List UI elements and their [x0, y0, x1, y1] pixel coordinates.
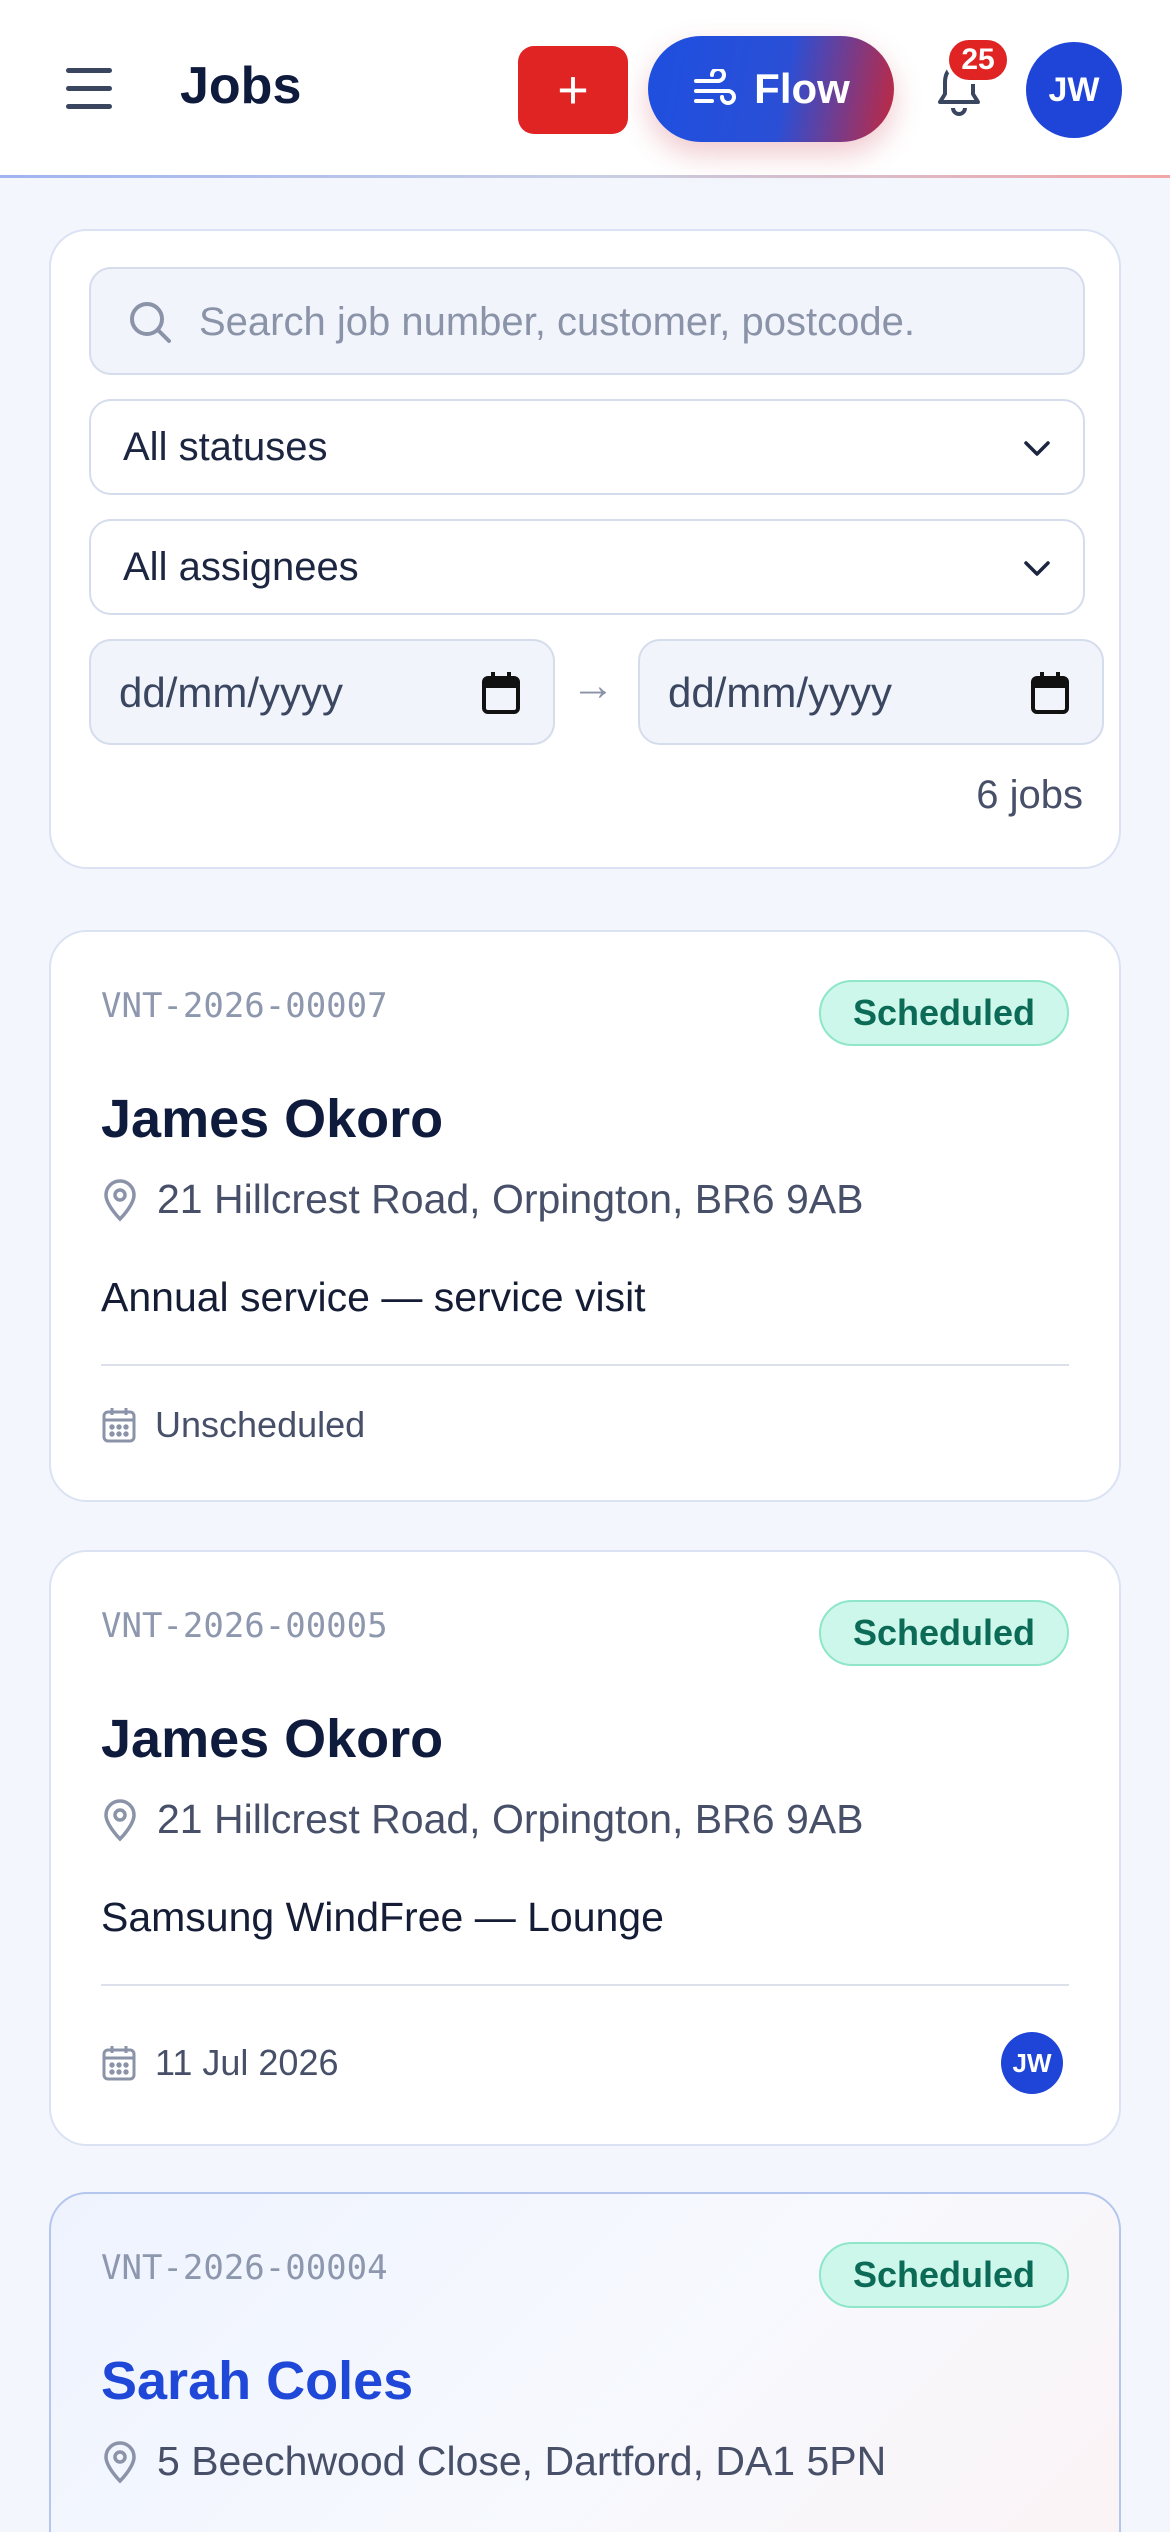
job-address: 21 Hillcrest Road, Orpington, BR6 9AB [101, 1796, 863, 1843]
result-count: 6 jobs [976, 773, 1083, 817]
job-number: VNT-2026-00004 [101, 2248, 388, 2288]
flow-button-label: Flow [754, 65, 850, 112]
status-badge: Scheduled [818, 1600, 1069, 1666]
filter-panel: All statuses All assignees dd/mm/yyyy → … [49, 229, 1121, 869]
address-text: 5 Beechwood Close, Dartford, DA1 5PN [157, 2438, 887, 2484]
search-input[interactable] [199, 289, 1069, 355]
job-card[interactable]: VNT-2026-00004 Scheduled Sarah Coles 5 B… [49, 2192, 1121, 2532]
flow-button[interactable]: Flow [648, 36, 894, 142]
assignee-select-value: All assignees [123, 545, 359, 589]
calendar-icon [102, 1408, 136, 1443]
address-text: 21 Hillcrest Road, Orpington, BR6 9AB [157, 1176, 864, 1222]
job-number: VNT-2026-00007 [101, 986, 388, 1026]
menu-icon[interactable] [66, 68, 112, 110]
divider [101, 1364, 1069, 1366]
job-card[interactable]: VNT-2026-00005 Scheduled James Okoro 21 … [49, 1550, 1121, 2146]
job-number: VNT-2026-00005 [101, 1606, 388, 1646]
add-job-button[interactable]: + [518, 46, 628, 134]
user-avatar[interactable]: JW [1026, 42, 1122, 138]
schedule-text: 11 Jul 2026 [155, 2042, 339, 2083]
status-badge: Scheduled [818, 2242, 1069, 2308]
calendar-icon[interactable] [1030, 671, 1070, 715]
job-card[interactable]: VNT-2026-00007 Scheduled James Okoro 21 … [49, 930, 1121, 1502]
job-address: 5 Beechwood Close, Dartford, DA1 5PN [101, 2438, 886, 2485]
location-pin-icon [104, 1798, 136, 1841]
page-title: Jobs [180, 57, 302, 115]
date-to-placeholder: dd/mm/yyyy [668, 669, 893, 716]
date-from-field[interactable]: dd/mm/yyyy [89, 639, 555, 745]
date-range-arrow: → [571, 661, 615, 710]
customer-name: Sarah Coles [101, 2351, 414, 2411]
calendar-icon[interactable] [481, 671, 521, 715]
status-select[interactable]: All statuses [89, 399, 1085, 495]
customer-name: James Okoro [101, 1709, 444, 1769]
assignee-avatar: JW [1001, 2032, 1063, 2094]
divider [101, 1984, 1069, 1986]
top-app-bar: Jobs + Flow 25 JW [0, 0, 1170, 178]
search-icon [130, 302, 171, 343]
calendar-icon [102, 2046, 136, 2081]
job-description: Annual service — service visit [101, 1274, 646, 1320]
location-pin-icon [104, 1178, 136, 1221]
job-address: 21 Hillcrest Road, Orpington, BR6 9AB [101, 1176, 863, 1223]
job-schedule: 11 Jul 2026 [101, 2042, 338, 2084]
schedule-text: Unscheduled [155, 1404, 366, 1445]
chevron-down-icon [1024, 561, 1050, 576]
status-select-value: All statuses [123, 425, 328, 469]
notification-badge: 25 [945, 36, 1011, 84]
customer-name: James Okoro [101, 1089, 444, 1149]
assignee-select[interactable]: All assignees [89, 519, 1085, 615]
date-to-field[interactable]: dd/mm/yyyy [638, 639, 1104, 745]
job-description: Samsung WindFree — Lounge [101, 1894, 664, 1940]
status-badge: Scheduled [818, 980, 1069, 1046]
date-from-placeholder: dd/mm/yyyy [119, 669, 344, 716]
job-schedule: Unscheduled [101, 1404, 365, 1446]
chevron-down-icon [1024, 441, 1050, 456]
wind-icon [694, 69, 737, 105]
location-pin-icon [104, 2440, 136, 2483]
address-text: 21 Hillcrest Road, Orpington, BR6 9AB [157, 1796, 864, 1842]
search-field[interactable] [89, 267, 1085, 375]
